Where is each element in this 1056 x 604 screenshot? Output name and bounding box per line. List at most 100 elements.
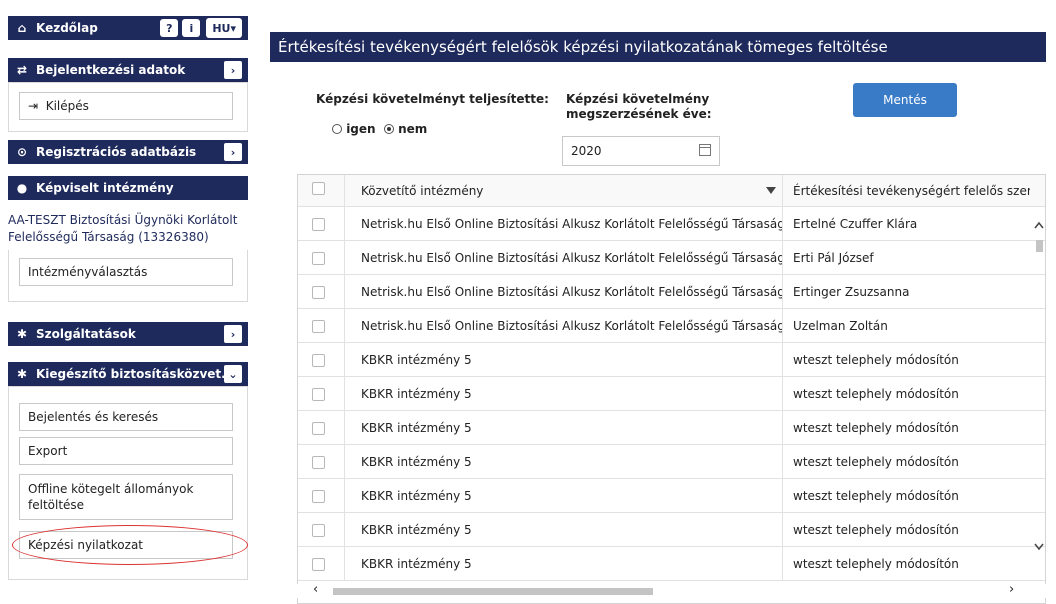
page-title: Értékesítési tevékenységért felelősök ké… <box>270 32 1046 62</box>
row-checkbox[interactable] <box>312 252 325 265</box>
highlight-ellipse <box>12 525 248 565</box>
cell-intermediary: KBKR intézmény 5 <box>344 479 782 512</box>
table-row[interactable]: KBKR intézmény 5 wteszt telephely módosít… <box>298 445 1045 479</box>
help-icon[interactable]: ? <box>160 19 179 37</box>
menu-item-report-search[interactable]: Bejelentés és keresés <box>19 403 233 431</box>
table-row[interactable]: KBKR intézmény 5 wteszt telephely módosít… <box>298 411 1045 445</box>
cell-intermediary: Netrisk.hu Első Online Biztosítási Alkus… <box>344 207 782 240</box>
row-checkbox[interactable] <box>312 456 325 469</box>
table-row[interactable]: Netrisk.hu Első Online Biztosítási Alkus… <box>298 207 1045 241</box>
registry-icon: ⊙ <box>16 145 28 159</box>
radio-yes[interactable] <box>332 124 342 134</box>
row-checkbox[interactable] <box>312 422 325 435</box>
scroll-left-icon[interactable]: ‹ <box>313 582 318 597</box>
menu-item-offline-upload[interactable]: Offline kötegelt állományok feltöltése <box>19 474 233 520</box>
cell-intermediary: KBKR intézmény 5 <box>344 377 782 410</box>
table-row[interactable]: KBKR intézmény 5 wteszt telephely módosít… <box>298 513 1045 547</box>
radio-yes-label: igen <box>346 122 376 136</box>
cell-responsible: wteszt telephely módosítón <box>782 343 1030 376</box>
year-value: 2020 <box>571 144 602 158</box>
row-checkbox[interactable] <box>312 320 325 333</box>
menu-item-export[interactable]: Export <box>19 437 233 465</box>
chevron-right-icon[interactable]: › <box>224 143 242 161</box>
row-checkbox[interactable] <box>312 524 325 537</box>
scroll-up-icon <box>1034 221 1044 229</box>
cell-intermediary: Netrisk.hu Első Online Biztosítási Alkus… <box>344 241 782 274</box>
services-bar[interactable]: ✱ Szolgáltatások › <box>8 322 248 346</box>
vertical-scrollbar[interactable] <box>1033 206 1046 586</box>
column-header-intermediary[interactable]: Közvetítő intézmény <box>344 175 782 206</box>
radio-no[interactable] <box>383 124 394 134</box>
login-data-bar[interactable]: ⇄ Bejelentkezési adatok › <box>8 58 248 82</box>
cell-responsible: wteszt telephely módosítón <box>782 411 1030 444</box>
select-all-checkbox[interactable] <box>312 182 325 195</box>
home-bar[interactable]: ⌂ Kezdőlap ? i HU▾ <box>8 16 248 40</box>
row-checkbox[interactable] <box>312 354 325 367</box>
horizontal-scrollbar[interactable]: ‹ › <box>297 582 1046 598</box>
filter-icon[interactable] <box>766 187 776 194</box>
cell-intermediary: KBKR intézmény 5 <box>344 513 782 546</box>
registry-label: Regisztrációs adatbázis <box>36 145 197 159</box>
year-input[interactable]: 2020 <box>562 136 720 166</box>
year-label: Képzési követelmény megszerzésének éve: <box>566 92 712 121</box>
services-label: Szolgáltatások <box>36 327 136 341</box>
represented-bar: ● Képviselt intézmény <box>8 176 248 200</box>
cell-responsible: wteszt telephely módosítón <box>782 513 1030 546</box>
row-checkbox[interactable] <box>312 286 325 299</box>
logout-button[interactable]: ⇥ Kilépés <box>19 92 233 120</box>
cell-responsible: Ertinger Zsuzsanna <box>782 275 1030 308</box>
supplementary-label: Kiegészítő biztosításközvet... <box>36 367 235 381</box>
radio-no-label: nem <box>398 122 428 136</box>
chevron-right-icon[interactable]: › <box>224 325 242 343</box>
logout-icon: ⇥ <box>28 99 39 113</box>
table-row[interactable]: KBKR intézmény 5 wteszt telephely módosít… <box>298 479 1045 513</box>
table-header: Közvetítő intézmény Értékesítési tevéken… <box>298 175 1045 207</box>
cell-intermediary: KBKR intézmény 5 <box>344 343 782 376</box>
table-row[interactable]: Netrisk.hu Első Online Biztosítási Alkus… <box>298 275 1045 309</box>
cell-intermediary: KBKR intézmény 5 <box>344 411 782 444</box>
chevron-down-icon[interactable]: ⌄ <box>224 365 242 383</box>
table-row[interactable]: Netrisk.hu Első Online Biztosítási Alkus… <box>298 309 1045 343</box>
table-row[interactable]: KBKR intézmény 5 wteszt telephely módosít… <box>298 377 1045 411</box>
completed-label: Képzési követelményt teljesítette: <box>316 92 549 106</box>
registry-bar[interactable]: ⊙ Regisztrációs adatbázis › <box>8 140 248 164</box>
row-checkbox[interactable] <box>312 490 325 503</box>
supplementary-bar[interactable]: ✱ Kiegészítő biztosításközvet... ⌄ <box>8 362 248 386</box>
cell-responsible: wteszt telephely módosítón <box>782 377 1030 410</box>
institution-name: AA-TESZT Biztosítási Ügynöki Korlátolt F… <box>8 213 238 244</box>
cell-responsible: Uzelman Zoltán <box>782 309 1030 342</box>
completed-radio-group: igen nem <box>332 122 427 136</box>
scroll-down-icon <box>1034 543 1044 551</box>
cell-responsible: wteszt telephely módosítón <box>782 547 1030 580</box>
vertical-scroll-thumb <box>1036 240 1043 252</box>
home-label: Kezdőlap <box>36 21 98 35</box>
select-institution-button[interactable]: Intézményválasztás <box>19 258 233 286</box>
table-row[interactable]: KBKR intézmény 5 wteszt telephely módosít… <box>298 343 1045 377</box>
logout-label: Kilépés <box>45 99 89 113</box>
calendar-icon[interactable] <box>699 144 711 156</box>
info-icon[interactable]: i <box>182 19 201 37</box>
represented-label: Képviselt intézmény <box>36 181 174 195</box>
login-panel: ⇥ Kilépés <box>8 82 248 132</box>
table-row[interactable]: Netrisk.hu Első Online Biztosítási Alkus… <box>298 241 1045 275</box>
row-checkbox[interactable] <box>312 218 325 231</box>
home-icon: ⌂ <box>17 21 27 35</box>
row-checkbox[interactable] <box>312 558 325 571</box>
chevron-right-icon[interactable]: › <box>224 61 242 79</box>
table-row[interactable]: KBKR intézmény 5 wteszt telephely módosít… <box>298 547 1045 581</box>
cell-intermediary: KBKR intézmény 5 <box>344 445 782 478</box>
column-header-label: Közvetítő intézmény <box>361 183 484 198</box>
gear-icon: ✱ <box>16 327 28 341</box>
scroll-right-icon[interactable]: › <box>1009 582 1014 597</box>
cell-responsible: Ertelné Czuffer Klára <box>782 207 1030 240</box>
cell-responsible: wteszt telephely módosítón <box>782 479 1030 512</box>
column-header-responsible[interactable]: Értékesítési tevékenységért felelős szem… <box>782 175 1030 206</box>
user-icon: ● <box>16 181 28 195</box>
cell-responsible: wteszt telephely módosítón <box>782 445 1030 478</box>
save-button[interactable]: Mentés <box>853 83 957 117</box>
cell-responsible: Erti Pál József <box>782 241 1030 274</box>
language-dropdown[interactable]: HU▾ <box>206 18 242 38</box>
cell-intermediary: KBKR intézmény 5 <box>344 547 782 580</box>
login-data-label: Bejelentkezési adatok <box>36 63 186 77</box>
row-checkbox[interactable] <box>312 388 325 401</box>
